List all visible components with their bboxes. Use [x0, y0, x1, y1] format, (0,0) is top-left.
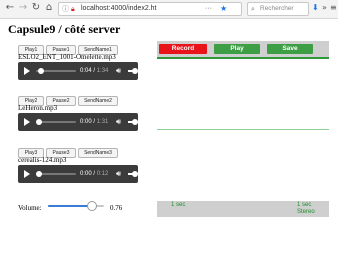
time-label-left: 1 sec	[171, 202, 186, 208]
record-button[interactable]: Record	[159, 44, 207, 54]
volume-value: 0.76	[110, 204, 123, 212]
audio-player-3: 0:00 / 0:12 🔊︎	[18, 165, 138, 183]
seek-knob[interactable]	[38, 68, 44, 74]
player-volume-knob[interactable]	[132, 171, 138, 177]
track3-filename: cerealis-124.mp3	[18, 156, 67, 164]
server-panel: Record Play Save 1 sec 1 sec Stereo	[157, 41, 329, 217]
sendname2-button[interactable]: SendName2	[78, 96, 118, 106]
player-volume-knob[interactable]	[132, 68, 138, 74]
forward-icon[interactable]: →	[17, 2, 29, 14]
page-actions-icon[interactable]: ···	[205, 3, 212, 15]
seek-knob[interactable]	[36, 171, 42, 177]
time-label-right: 1 sec	[297, 202, 312, 208]
seek-bar[interactable]	[36, 173, 76, 175]
player-volume-knob[interactable]	[132, 119, 138, 125]
speaker-icon[interactable]: 🔊︎	[116, 66, 121, 76]
save-button[interactable]: Save	[267, 44, 313, 54]
speaker-icon[interactable]: 🔊︎	[116, 117, 121, 127]
volume-slider-fill	[48, 205, 91, 207]
duration: 0:12	[96, 171, 109, 177]
info-icon[interactable]: ⓘ	[62, 3, 69, 15]
browser-toolbar: ← → ↻ ⌂ ⓘ 🔒︎ localhost:4000/index2.ht ··…	[0, 0, 338, 19]
time-display: 0:00 / 1:31	[80, 119, 109, 125]
insecure-lock-icon[interactable]: 🔒︎	[71, 3, 75, 15]
speaker-icon[interactable]: 🔊︎	[116, 169, 121, 179]
play-icon[interactable]	[24, 170, 30, 178]
url-bar[interactable]: ⓘ 🔒︎ localhost:4000/index2.ht ··· ★	[58, 2, 242, 16]
url-text[interactable]: localhost:4000/index2.ht	[81, 3, 181, 15]
current-time: 0:00	[80, 171, 92, 177]
track2-filename: LeHeron.mp3	[18, 104, 58, 112]
current-time: 0:04	[80, 68, 92, 74]
back-icon[interactable]: ←	[4, 2, 16, 14]
bookmark-star-icon[interactable]: ★	[220, 3, 227, 15]
volume-slider-thumb[interactable]	[86, 201, 97, 211]
audio-player-2: 0:00 / 1:31 🔊︎	[18, 113, 138, 131]
waveform-canvas[interactable]	[157, 59, 329, 201]
seek-knob[interactable]	[36, 119, 42, 125]
audio-player-1: 0:04 / 1:34 🔊︎	[18, 62, 138, 80]
track1-filename: ESLO2_ENT_1001-Omelette.mp3	[18, 53, 116, 61]
play-button[interactable]: Play	[214, 44, 260, 54]
channel-mode-label: Stereo	[297, 209, 315, 215]
time-display: 0:04 / 1:34	[80, 68, 109, 74]
waveform-center-line	[157, 129, 329, 130]
duration: 1:31	[96, 119, 109, 125]
play-icon[interactable]	[24, 118, 30, 126]
overflow-icon[interactable]: »	[322, 2, 327, 14]
menu-icon[interactable]: ≡	[330, 2, 337, 14]
search-input[interactable]: ⌕ Rechercher	[247, 2, 309, 16]
current-time: 0:00	[80, 119, 92, 125]
reload-icon[interactable]: ↻	[30, 2, 42, 14]
time-display: 0:00 / 0:12	[80, 171, 109, 177]
search-icon: ⌕	[251, 5, 255, 13]
seek-bar[interactable]	[36, 121, 76, 123]
sendname3-button[interactable]: SendName3	[78, 148, 118, 158]
home-icon[interactable]: ⌂	[43, 2, 55, 14]
play-icon[interactable]	[24, 67, 30, 75]
volume-label: Volume:	[18, 204, 42, 212]
page-title: Capsule9 / côté server	[8, 22, 121, 36]
duration: 1:34	[96, 68, 109, 74]
downloads-icon[interactable]: ⬇	[312, 2, 319, 14]
search-placeholder: Rechercher	[260, 5, 294, 12]
